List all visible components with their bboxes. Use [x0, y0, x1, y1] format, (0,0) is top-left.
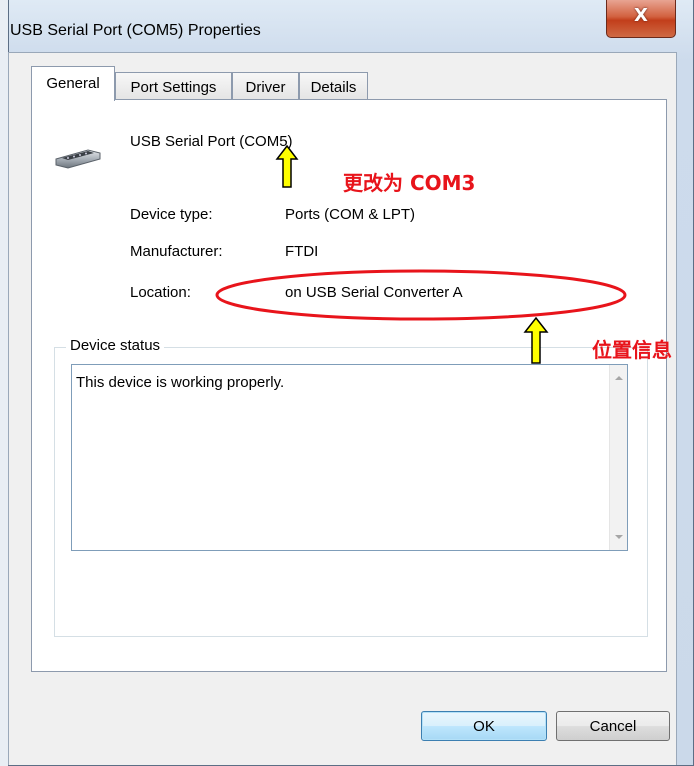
- device-type-value: Ports (COM & LPT): [285, 206, 416, 223]
- ok-button[interactable]: OK: [421, 711, 547, 741]
- up-arrow-annotation-location: [523, 317, 549, 364]
- device-type-label: Device type:: [130, 206, 213, 223]
- device-status-text: This device is working properly.: [76, 374, 285, 391]
- up-arrow-annotation-com: [275, 145, 299, 188]
- tab-general[interactable]: General: [31, 66, 115, 101]
- manufacturer-value: FTDI: [285, 243, 319, 260]
- close-button[interactable]: X: [606, 0, 676, 38]
- device-name: USB Serial Port (COM5): [130, 133, 293, 150]
- location-highlight-ellipse: [215, 269, 627, 321]
- window-title: USB Serial Port (COM5) Properties: [10, 22, 261, 39]
- tab-details[interactable]: Details: [299, 72, 368, 100]
- scroll-down-icon[interactable]: [615, 535, 623, 539]
- location-label: Location:: [130, 284, 191, 301]
- close-icon: X: [634, 5, 648, 26]
- tab-driver[interactable]: Driver: [232, 72, 299, 100]
- background-strip: [0, 0, 8, 766]
- scroll-up-icon[interactable]: [615, 376, 623, 380]
- manufacturer-label: Manufacturer:: [130, 243, 223, 260]
- device-status-textbox[interactable]: This device is working properly.: [71, 364, 628, 551]
- serial-port-connector-icon: [55, 149, 101, 169]
- cancel-button[interactable]: Cancel: [556, 711, 670, 741]
- location-info-note: 位置信息: [592, 338, 672, 362]
- device-status-label: Device status: [66, 337, 165, 354]
- com-change-note: 更改为 COM3: [343, 171, 476, 195]
- tab-port-settings[interactable]: Port Settings: [115, 72, 232, 100]
- status-scrollbar[interactable]: [609, 365, 627, 550]
